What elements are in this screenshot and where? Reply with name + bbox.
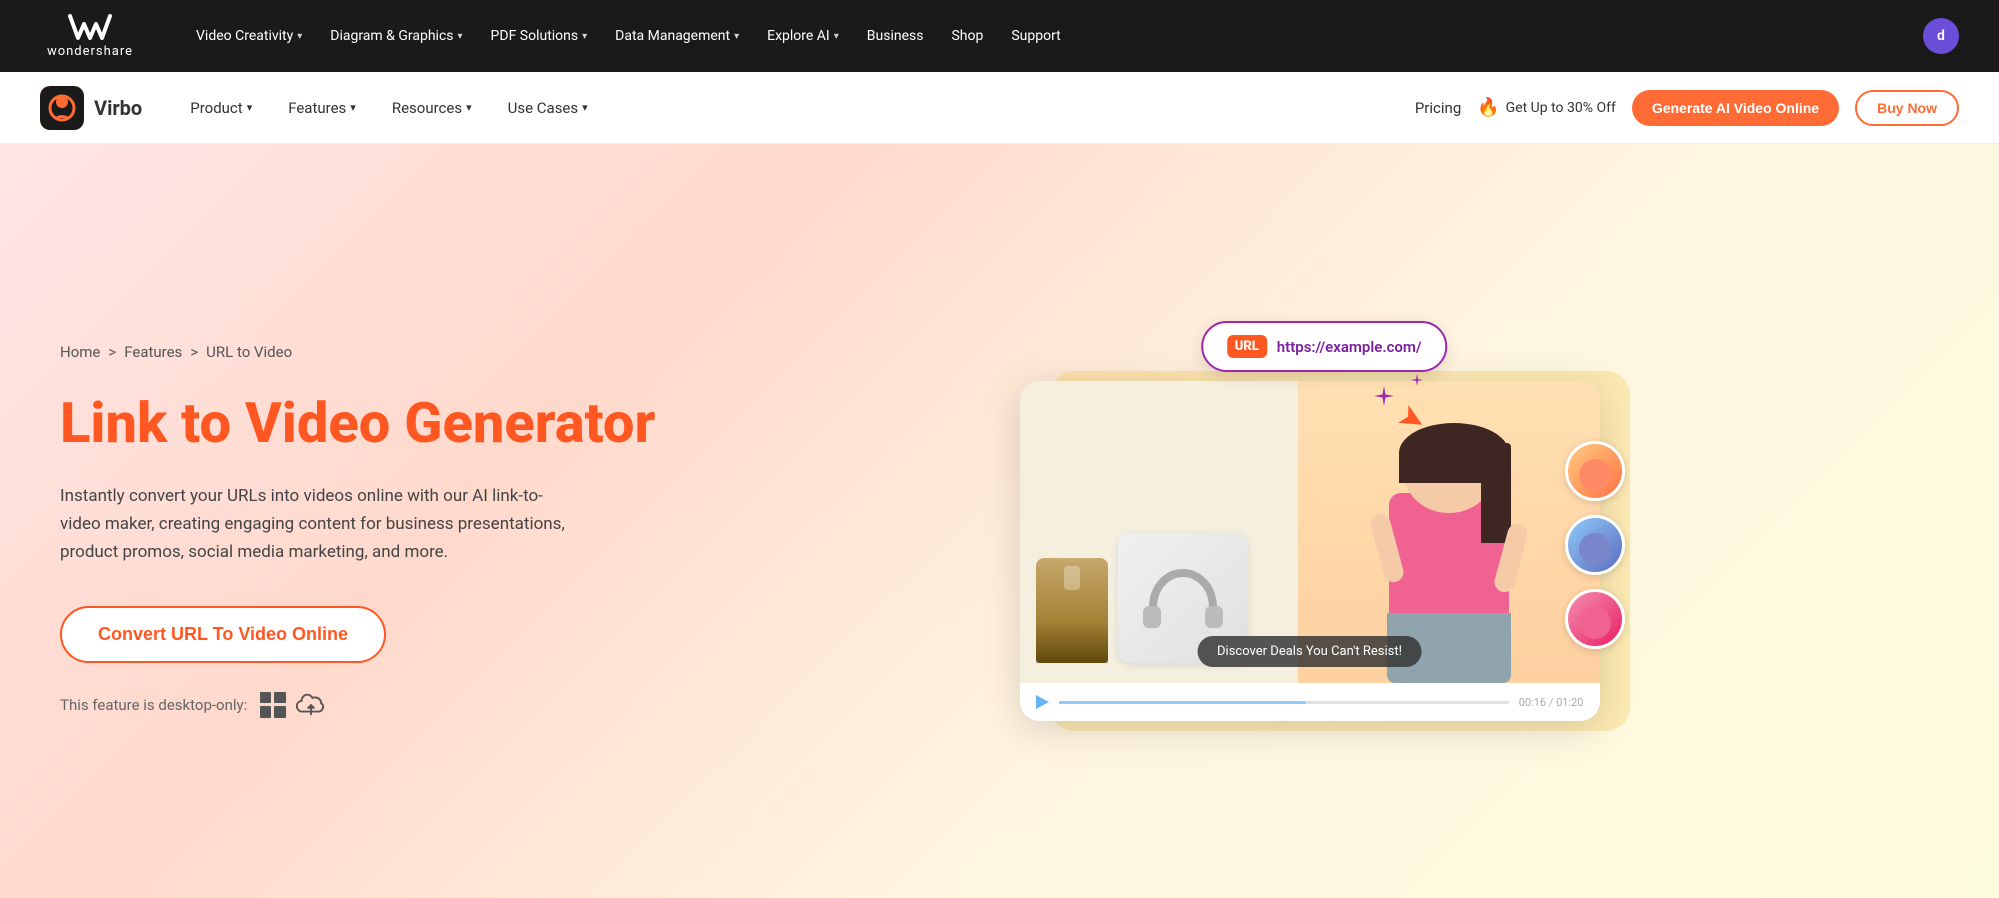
desktop-only-notice: This feature is desktop-only:: [60, 691, 660, 719]
breadcrumb-separator: >: [108, 343, 116, 361]
windows-icon: [259, 691, 287, 719]
wondershare-w-icon: [68, 14, 112, 42]
avatar-1: [1565, 441, 1625, 501]
breadcrumb: Home > Features > URL to Video: [60, 343, 660, 361]
subnav-right: Pricing 🔥 Get Up to 30% Off Generate AI …: [1415, 90, 1959, 126]
platform-icons: [259, 691, 327, 719]
url-tag-label: URL: [1227, 335, 1267, 358]
progress-bar-fill: [1059, 701, 1307, 704]
hero-section: Home > Features > URL to Video Link to V…: [0, 144, 1999, 898]
user-avatar[interactable]: d: [1923, 18, 1959, 54]
chevron-down-icon: ▾: [834, 31, 839, 42]
subnav-features[interactable]: Features ▾: [272, 91, 372, 125]
top-nav-items: Video Creativity ▾ Diagram & Graphics ▾ …: [196, 28, 1891, 44]
video-time: 00:16 / 01:20: [1519, 696, 1584, 709]
chevron-down-icon: ▾: [582, 101, 588, 114]
nav-explore-ai[interactable]: Explore AI ▾: [767, 28, 839, 44]
nav-video-creativity[interactable]: Video Creativity ▾: [196, 28, 302, 44]
chevron-down-icon: ▾: [350, 101, 356, 114]
top-navigation: wondershare Video Creativity ▾ Diagram &…: [0, 0, 1999, 72]
play-icon: [1036, 695, 1049, 709]
avatar-2: [1565, 515, 1625, 575]
top-nav-right: d: [1923, 18, 1959, 54]
video-frame: Discover Deals You Can't Resist! 00:16 /…: [1020, 381, 1600, 721]
hero-left-content: Home > Features > URL to Video Link to V…: [60, 323, 660, 720]
subnav-resources[interactable]: Resources ▾: [376, 91, 488, 125]
nav-shop[interactable]: Shop: [951, 28, 983, 44]
breadcrumb-home[interactable]: Home: [60, 343, 100, 361]
virbo-brand-name: Virbo: [94, 96, 142, 120]
generate-ai-video-button[interactable]: Generate AI Video Online: [1632, 90, 1839, 126]
breadcrumb-current: URL to Video: [206, 343, 292, 361]
subnav-use-cases[interactable]: Use Cases ▾: [492, 91, 604, 125]
pricing-link[interactable]: Pricing: [1415, 99, 1461, 117]
virbo-logo-icon: [40, 86, 84, 130]
progress-bar-background: [1059, 701, 1509, 704]
url-bubble: URL https://example.com/: [1201, 321, 1448, 372]
hero-illustration-area: URL https://example.com/ ➤: [660, 296, 1939, 746]
hero-title: Link to Video Generator: [60, 393, 660, 455]
virbo-brand[interactable]: Virbo: [40, 86, 142, 130]
chevron-down-icon: ▾: [466, 101, 472, 114]
avatar-stack: [1565, 441, 1625, 649]
nav-business[interactable]: Business: [867, 28, 924, 44]
offer-badge[interactable]: 🔥 Get Up to 30% Off: [1477, 97, 1616, 118]
avatar-3: [1565, 589, 1625, 649]
sparkle-icon: [1374, 386, 1394, 410]
sparkle-icon: [1411, 371, 1423, 390]
virbo-subnav: Virbo Product ▾ Features ▾ Resources ▾ U…: [0, 72, 1999, 144]
breadcrumb-separator: >: [190, 343, 198, 361]
nav-data-management[interactable]: Data Management ▾: [615, 28, 739, 44]
chevron-down-icon: ▾: [734, 31, 739, 42]
video-subtitle: Discover Deals You Can't Resist!: [1197, 636, 1422, 667]
chevron-down-icon: ▾: [297, 31, 302, 42]
chevron-down-icon: ▾: [458, 31, 463, 42]
nav-support[interactable]: Support: [1011, 28, 1060, 44]
breadcrumb-features[interactable]: Features: [124, 343, 182, 361]
wondershare-logo[interactable]: wondershare: [40, 14, 140, 59]
convert-url-button[interactable]: Convert URL To Video Online: [60, 606, 386, 663]
fire-icon: 🔥: [1477, 97, 1499, 118]
hero-illustration: URL https://example.com/ ➤: [990, 311, 1610, 731]
virbo-nav-items: Product ▾ Features ▾ Resources ▾ Use Cas…: [174, 91, 1415, 125]
logo-wordmark: wondershare: [47, 44, 133, 59]
video-controls: 00:16 / 01:20: [1020, 683, 1600, 721]
nav-pdf-solutions[interactable]: PDF Solutions ▾: [491, 28, 588, 44]
product-image-1: [1036, 558, 1108, 663]
nav-diagram-graphics[interactable]: Diagram & Graphics ▾: [330, 28, 462, 44]
subnav-product[interactable]: Product ▾: [174, 91, 268, 125]
hero-description: Instantly convert your URLs into videos …: [60, 482, 580, 566]
cloud-upload-icon: [295, 693, 327, 717]
buy-now-button[interactable]: Buy Now: [1855, 90, 1959, 126]
chevron-down-icon: ▾: [247, 101, 253, 114]
chevron-down-icon: ▾: [582, 31, 587, 42]
url-example-text: https://example.com/: [1277, 338, 1422, 356]
